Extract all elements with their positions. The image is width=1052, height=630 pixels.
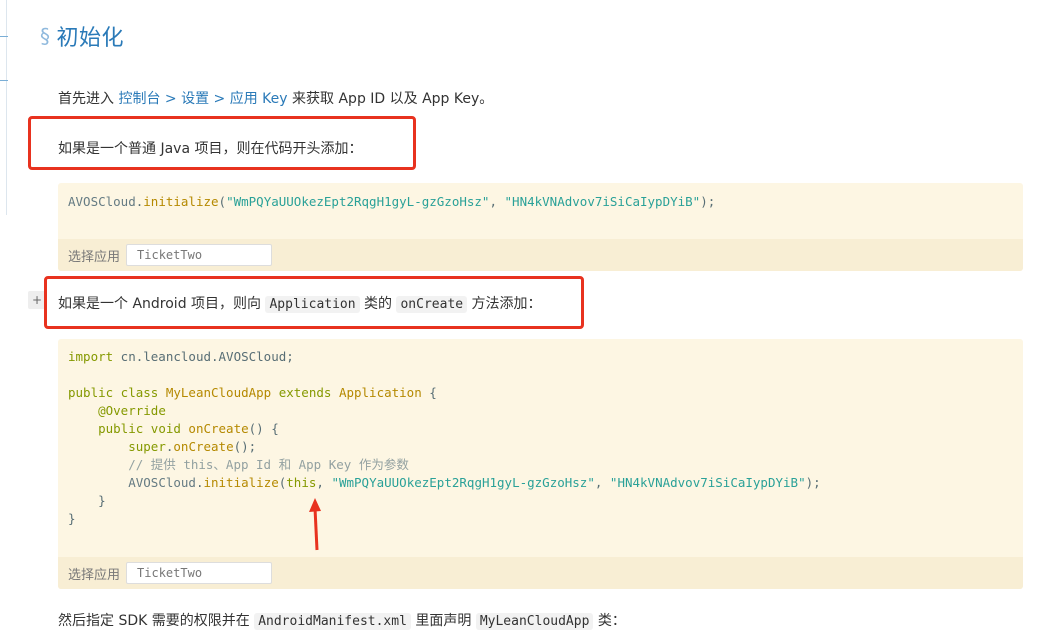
breadcrumb-separator: > [160, 91, 182, 107]
code-text: import cn.leancloud.AVOSCloud; public cl… [68, 349, 821, 526]
annotation-box [44, 276, 584, 329]
settings-link[interactable]: 设置 [181, 91, 209, 107]
left-rule [6, 0, 7, 215]
android-code-block: import cn.leancloud.AVOSCloud; public cl… [58, 339, 1023, 589]
app-selector-bar: 选择应用 [58, 557, 1023, 589]
intro-text: 来获取 App ID 以及 App Key。 [287, 91, 494, 107]
inline-code: AndroidManifest.xml [254, 613, 411, 630]
footer-text: 然后指定 SDK 需要的权限并在 [58, 613, 255, 629]
footer-text: 类： [593, 613, 626, 629]
intro-paragraph: 首先进入 控制台 > 设置 > 应用 Key 来获取 App ID 以及 App… [58, 88, 493, 108]
java-code-block: AVOSCloud.initialize("WmPQYaUUOkezEpt2Rq… [58, 183, 1023, 271]
footer-text: 里面声明 [410, 613, 476, 629]
section-title: 初始化 [56, 26, 125, 51]
app-selector-bar: 选择应用 [58, 239, 1023, 271]
toc-marker [0, 36, 8, 37]
section-anchor-icon[interactable]: § [40, 24, 51, 48]
app-selector-input[interactable] [126, 562, 273, 584]
breadcrumb-separator: > [209, 91, 230, 107]
intro-text: 首先进入 [58, 91, 119, 107]
app-selector-label: 选择应用 [68, 249, 121, 265]
annotation-arrow-icon [309, 498, 321, 551]
app-key-link[interactable]: 应用 Key [230, 91, 288, 107]
annotation-box [28, 116, 416, 170]
code-text: AVOSCloud.initialize("WmPQYaUUOkezEpt2Rq… [68, 194, 716, 209]
app-selector-label: 选择应用 [68, 567, 121, 583]
inline-code: MyLeanCloudApp [475, 613, 594, 630]
section-heading: § 初始化 [40, 20, 124, 52]
app-selector-input[interactable] [126, 244, 273, 266]
footer-paragraph: 然后指定 SDK 需要的权限并在 AndroidManifest.xml 里面声… [58, 610, 626, 630]
console-link[interactable]: 控制台 [118, 91, 160, 107]
toc-marker [0, 80, 8, 81]
